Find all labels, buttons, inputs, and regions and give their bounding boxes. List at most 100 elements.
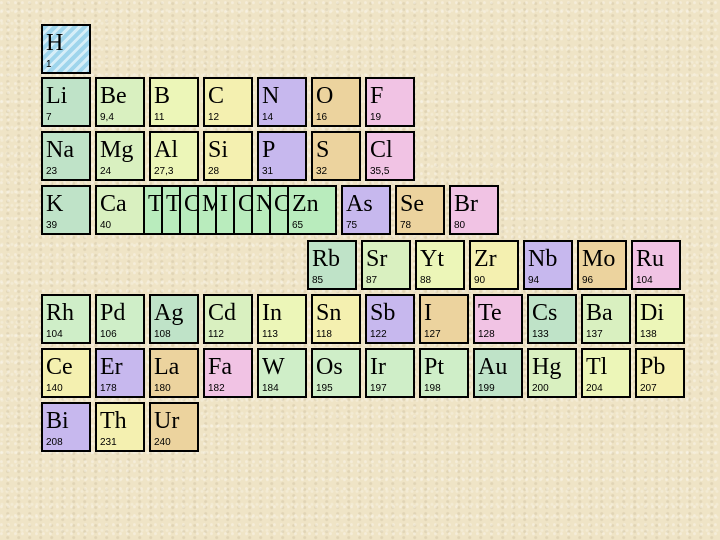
element-symbol: Rb: [312, 246, 341, 272]
atomic-weight: 127: [424, 329, 441, 340]
atomic-weight: 195: [316, 383, 333, 394]
atomic-weight: 39: [46, 220, 58, 231]
atomic-weight: 180: [154, 383, 171, 394]
element-symbol: Sn: [316, 300, 342, 326]
element-symbol: Al: [154, 137, 178, 163]
element-symbol: As: [346, 191, 373, 217]
atomic-weight: 12: [208, 112, 220, 123]
atomic-weight: 199: [478, 383, 495, 394]
element-cell-n: N 14: [257, 77, 307, 127]
element-symbol: Pd: [100, 300, 126, 326]
element-symbol: Zr: [474, 246, 497, 272]
atomic-weight: 78: [400, 220, 412, 231]
element-symbol: Ag: [154, 300, 184, 326]
element-symbol: Bi: [46, 408, 69, 434]
element-cell-b: B 11: [149, 77, 199, 127]
element-symbol: Se: [400, 191, 424, 217]
element-symbol: B: [154, 83, 171, 109]
atomic-weight: 27,3: [154, 166, 174, 177]
element-cell-mo: Mo 96: [577, 240, 627, 290]
atomic-weight: 184: [262, 383, 279, 394]
element-cell-ag: Ag 108: [149, 294, 199, 344]
element-symbol: Ur: [154, 408, 180, 434]
atomic-weight: 208: [46, 437, 63, 448]
element-cell-zn: Zn 65: [287, 185, 337, 235]
element-symbol: Sb: [370, 300, 396, 326]
element-symbol: Cd: [208, 300, 237, 326]
element-symbol: Na: [46, 137, 74, 163]
atomic-weight: 32: [316, 166, 328, 177]
element-cell-mg: Mg 24: [95, 131, 145, 181]
element-symbol: N: [262, 83, 280, 109]
element-symbol: Er: [100, 354, 123, 380]
element-cell-zr: Zr 90: [469, 240, 519, 290]
element-cell-th: Th 231: [95, 402, 145, 452]
element-cell-k: K 39: [41, 185, 91, 235]
element-symbol: H: [46, 30, 64, 56]
element-cell-c: C 12: [203, 77, 253, 127]
atomic-weight: 112: [208, 329, 224, 340]
element-cell-o: O 16: [311, 77, 361, 127]
element-cell-di: Di 138: [635, 294, 685, 344]
element-symbol: Tl: [586, 354, 608, 380]
element-symbol: I: [220, 191, 228, 217]
element-symbol: Di: [640, 300, 664, 326]
element-cell-hg: Hg 200: [527, 348, 577, 398]
atomic-weight: 96: [582, 275, 594, 286]
element-cell-p: P 31: [257, 131, 307, 181]
element-symbol: K: [46, 191, 64, 217]
atomic-weight: 94: [528, 275, 540, 286]
element-cell-ce: Ce 140: [41, 348, 91, 398]
atomic-weight: 182: [208, 383, 225, 394]
element-cell-al: Al 27,3: [149, 131, 199, 181]
element-cell-sb: Sb 122: [365, 294, 415, 344]
atomic-weight: 207: [640, 383, 657, 394]
atomic-weight: 85: [312, 275, 324, 286]
atomic-weight: 200: [532, 383, 549, 394]
element-cell-yt: Yt 88: [415, 240, 465, 290]
element-cell-i: I 127: [419, 294, 469, 344]
element-cell-ba: Ba 137: [581, 294, 631, 344]
element-symbol: Br: [454, 191, 478, 217]
element-cell-as: As 75: [341, 185, 391, 235]
atomic-weight: 35,5: [370, 166, 390, 177]
element-symbol: S: [316, 137, 330, 163]
atomic-weight: 16: [316, 112, 328, 123]
atomic-weight: 104: [636, 275, 653, 286]
atomic-weight: 1: [46, 59, 52, 70]
atomic-weight: 108: [154, 329, 171, 340]
atomic-weight: 106: [100, 329, 117, 340]
atomic-weight: 7: [46, 112, 52, 123]
atomic-weight: 23: [46, 166, 58, 177]
element-symbol: Fa: [208, 354, 232, 380]
element-cell-nb: Nb 94: [523, 240, 573, 290]
element-symbol: Li: [46, 83, 68, 109]
element-symbol: F: [370, 83, 384, 109]
atomic-weight: 65: [292, 220, 304, 231]
element-symbol: Ir: [370, 354, 386, 380]
element-symbol: Pb: [640, 354, 666, 380]
element-symbol: C: [208, 83, 225, 109]
element-symbol: Nb: [528, 246, 558, 272]
element-cell-h: H1: [41, 24, 91, 74]
atomic-weight: 9,4: [100, 112, 114, 123]
element-cell-se: Se 78: [395, 185, 445, 235]
atomic-weight: 19: [370, 112, 382, 123]
element-symbol: Ce: [46, 354, 73, 380]
element-cell-in: In 113: [257, 294, 307, 344]
element-symbol: W: [262, 354, 285, 380]
element-symbol: Ru: [636, 246, 665, 272]
element-cell-os: Os 195: [311, 348, 361, 398]
element-cell-ir: Ir 197: [365, 348, 415, 398]
element-cell-ur: Ur 240: [149, 402, 199, 452]
atomic-weight: 11: [154, 112, 165, 123]
atomic-weight: 138: [640, 329, 657, 340]
atomic-weight: 118: [316, 329, 332, 340]
element-cell-la: La 180: [149, 348, 199, 398]
element-symbol: Th: [100, 408, 127, 434]
element-cell-na: Na 23: [41, 131, 91, 181]
element-cell-sn: Sn 118: [311, 294, 361, 344]
element-symbol: Be: [100, 83, 127, 109]
element-cell-te: Te 128: [473, 294, 523, 344]
element-cell-pd: Pd 106: [95, 294, 145, 344]
